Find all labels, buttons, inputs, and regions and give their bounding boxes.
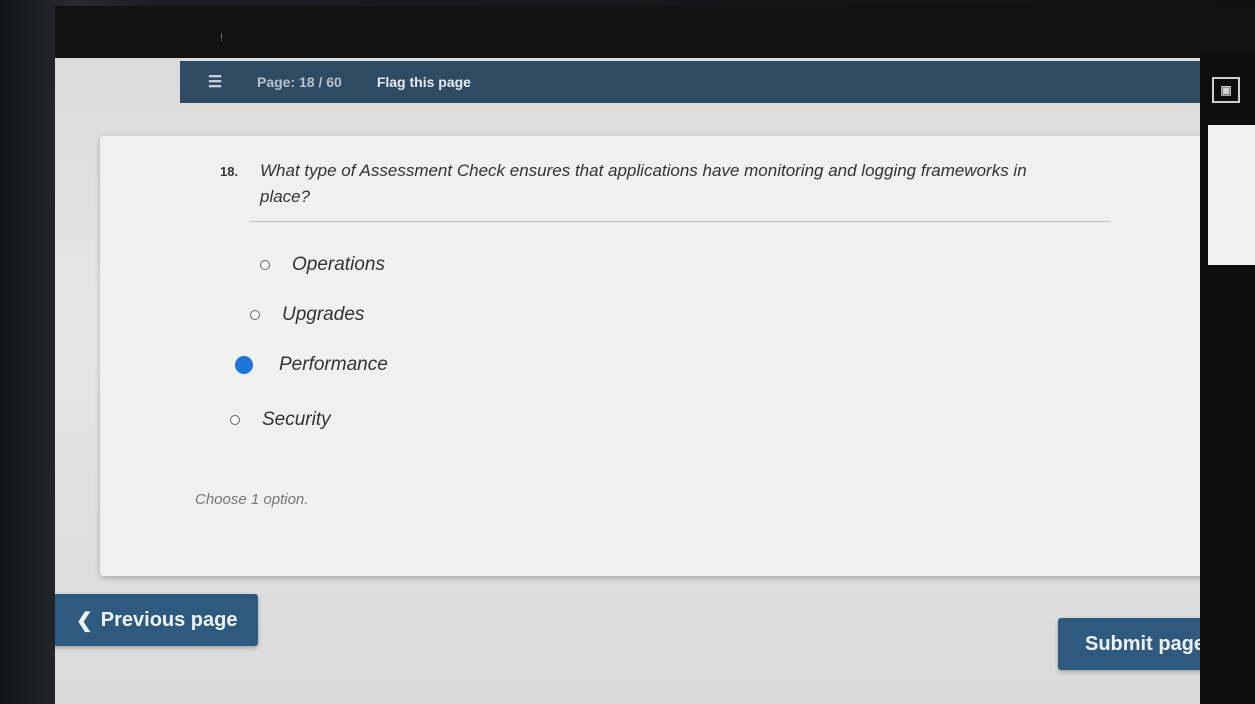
question-number: 18. [220,164,239,179]
exam-navbar: ☰ Page: 18 / 60 Flag this page [180,61,1215,103]
calculator-icon[interactable]: ▣ [1212,77,1240,103]
right-edge-panel: ▣ [1200,55,1255,704]
radio-unselected[interactable] [230,415,240,425]
submit-page-label: Submit page [1085,632,1206,655]
radio-selected[interactable] [235,356,253,374]
radio-unselected[interactable] [260,260,270,270]
option-upgrades[interactable]: Upgrades [250,304,364,326]
divider [250,221,1110,222]
radio-unselected[interactable] [250,310,260,320]
selection-hint: Choose 1 option. [195,491,309,508]
page-indicator: Page: 18 / 60 [257,74,342,90]
option-performance[interactable]: Performance [235,354,388,376]
top-indicator: ! [220,32,224,44]
flag-page-button[interactable]: Flag this page [377,74,471,90]
option-operations[interactable]: Operations [260,254,385,276]
side-preview-panel [1208,125,1255,265]
chevron-left-icon: ❮ [76,609,93,632]
previous-page-label: Previous page [100,608,238,631]
menu-icon[interactable]: ☰ [205,72,225,92]
exam-screen: ! ☰ Page: 18 / 60 Flag this page ◀ ▶ 18.… [55,6,1255,704]
browser-top-strip: ! [55,6,1255,58]
option-security[interactable]: Security [230,409,331,431]
option-label: Operations [292,254,385,275]
previous-page-button[interactable]: ❮ Previous page [55,594,258,646]
option-label: Upgrades [282,304,365,325]
option-label: Performance [279,354,388,375]
question-card: 18. What type of Assessment Check ensure… [100,136,1215,576]
question-text: What type of Assessment Check ensures th… [260,161,1027,206]
option-label: Security [262,409,331,430]
